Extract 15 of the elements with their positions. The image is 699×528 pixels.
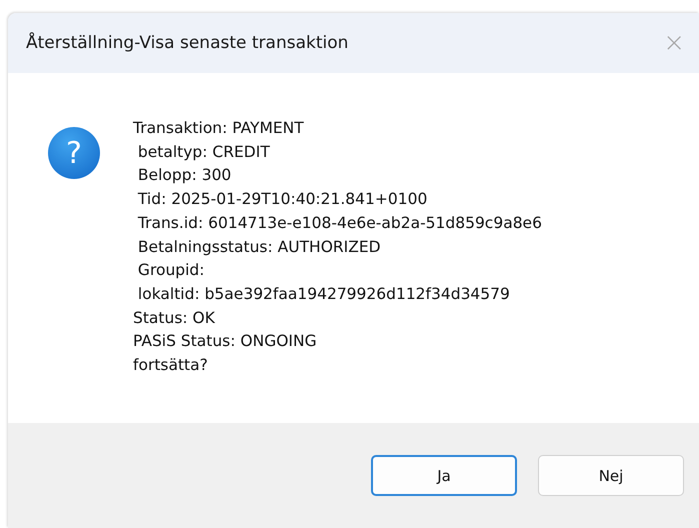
dialog-button[interactable]: Ja [371, 455, 517, 496]
message-line: Betalningsstatus: AUTHORIZED [136, 236, 381, 258]
message-line: fortsätta? [133, 355, 208, 376]
message-line: Transaktion: PAYMENT [133, 118, 304, 139]
message-line: Groupid: [136, 260, 204, 282]
message-line: Status: OK [133, 308, 215, 329]
message-line: Belopp: 300 [136, 165, 232, 186]
message-line: Tid: 2025-01-29T10:40:21.841+0100 [136, 189, 428, 210]
dialog-button[interactable]: Nej [538, 455, 684, 496]
message-line: PASiS Status: ONGOING [133, 331, 317, 352]
message-line: lokaltid: b5ae392faa194279926d112f34d34579 [136, 284, 510, 305]
question-icon: ? [48, 127, 100, 179]
message-line: betaltyp: CREDIT [136, 142, 270, 163]
message-line: Trans.id: 6014713e-e108-4e6e-ab2a-51d859c9a8e6 [136, 212, 542, 234]
window-title: Återställning-Visa senaste transaktion [26, 33, 348, 53]
